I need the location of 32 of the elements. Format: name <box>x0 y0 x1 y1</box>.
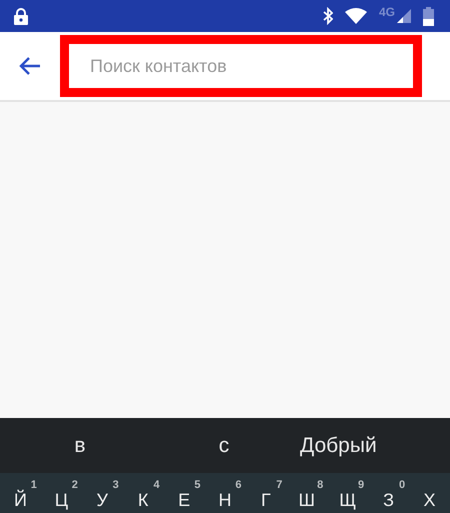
suggestion[interactable]: Добрый <box>288 434 450 458</box>
bluetooth-icon <box>322 7 333 25</box>
back-arrow-icon <box>19 56 41 76</box>
suggestion[interactable]: в <box>0 434 160 458</box>
key-hint: 1 <box>30 480 37 491</box>
key-hint: 7 <box>276 480 282 491</box>
wifi-icon <box>344 8 367 24</box>
keyboard-key[interactable]: Ц <box>54 491 68 509</box>
lock-icon <box>14 8 28 24</box>
key-hint: 8 <box>317 480 324 491</box>
keyboard-key[interactable]: Х <box>424 491 436 509</box>
keyboard-key[interactable]: Н <box>218 491 232 509</box>
signal-icon <box>397 9 411 23</box>
search-field[interactable]: Поиск контактов <box>60 35 422 97</box>
keyboard-key[interactable]: К <box>138 491 148 509</box>
keyboard-key[interactable]: Й <box>14 491 27 509</box>
battery-icon <box>423 6 434 26</box>
key-hint: 2 <box>72 480 78 491</box>
keyboard-key[interactable]: Щ <box>339 491 356 509</box>
network-type-label: 4G <box>378 5 395 19</box>
key-hint: 4 <box>154 480 160 491</box>
keyboard-key[interactable]: Ш <box>298 491 316 509</box>
key-hint: 5 <box>194 480 201 491</box>
suggestion[interactable]: с <box>160 434 288 458</box>
key-hint: 0 <box>398 480 406 491</box>
keyboard-key[interactable]: Г <box>261 491 271 509</box>
key-hint: 3 <box>112 480 119 491</box>
key-hint: 6 <box>235 480 242 491</box>
keyboard-key[interactable]: У <box>96 491 108 509</box>
keyboard-key[interactable]: Е <box>178 491 190 509</box>
key-hint: 9 <box>358 480 364 491</box>
keyboard-key[interactable]: З <box>383 491 394 509</box>
